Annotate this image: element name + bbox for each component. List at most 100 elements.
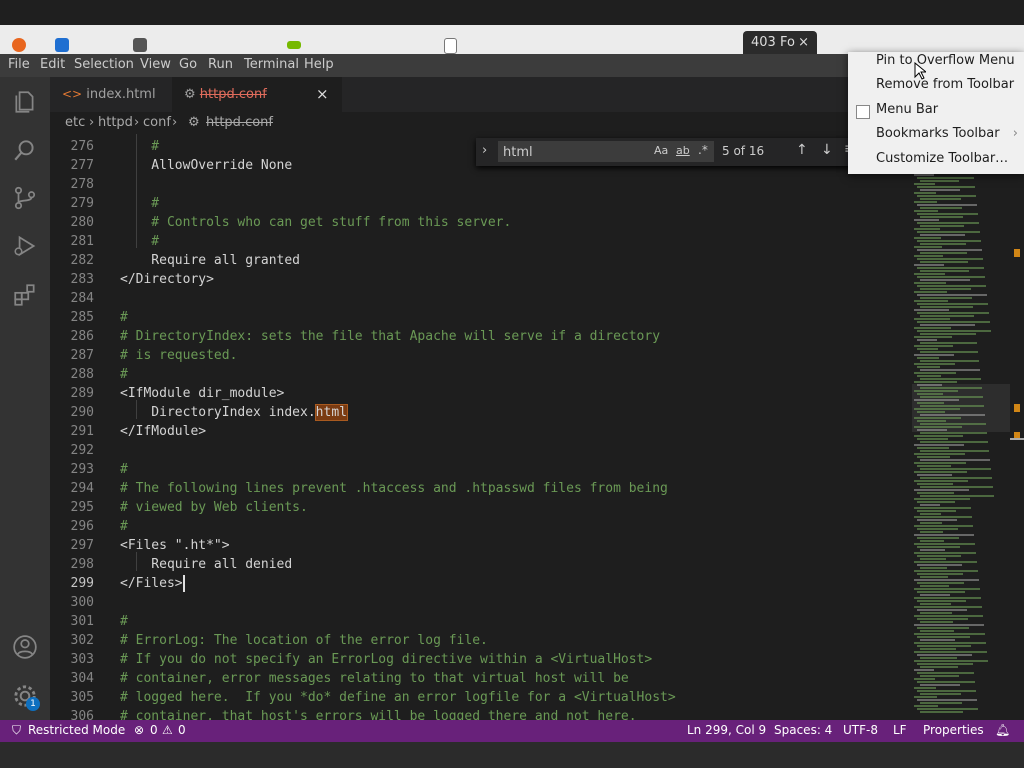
arrow-up-icon[interactable]: ↑ <box>796 142 808 158</box>
code-line[interactable]: 281 # <box>50 232 910 251</box>
restricted-mode[interactable]: Restricted Mode <box>28 723 125 737</box>
html-file-icon: <> <box>62 87 83 101</box>
code-line[interactable]: 296 # <box>50 517 910 536</box>
code-line[interactable]: 303 # If you do not specify an ErrorLog d… <box>50 650 910 669</box>
menu-terminal[interactable]: Terminal <box>244 57 299 72</box>
code-line[interactable]: 278 <box>50 175 910 194</box>
code-line[interactable]: 287 # is requested. <box>50 346 910 365</box>
explorer-icon[interactable] <box>12 89 38 115</box>
minimap-line <box>917 591 965 593</box>
arrow-down-icon[interactable]: ↓ <box>821 142 833 158</box>
menu-item-customize-toolbar[interactable]: Customize Toolbar… <box>876 148 1008 170</box>
tab-index-html[interactable]: <> index.html <box>50 77 172 112</box>
code-line[interactable]: 298 Require all denied <box>50 555 910 574</box>
code-line[interactable]: 292 <box>50 441 910 460</box>
extensions-icon[interactable] <box>12 282 38 308</box>
run-debug-icon[interactable] <box>12 233 38 259</box>
minimap-line <box>914 264 944 266</box>
code-line[interactable]: 305 # logged here. If you *do* define an … <box>50 688 910 707</box>
match-case-icon[interactable]: Aa <box>654 144 668 157</box>
code-line[interactable]: 288 # <box>50 365 910 384</box>
breadcrumb-etc[interactable]: etc <box>65 115 85 130</box>
code-line[interactable]: 295 # viewed by Web clients. <box>50 498 910 517</box>
warning-count[interactable]: 0 <box>178 723 186 737</box>
regex-icon[interactable]: .* <box>698 143 708 157</box>
code-line[interactable]: 293 # <box>50 460 910 479</box>
minimap-line <box>917 186 975 188</box>
cursor-position[interactable]: Ln 299, Col 9 <box>687 723 766 737</box>
minimap-line <box>917 195 976 197</box>
whole-word-icon[interactable]: ab <box>676 144 690 157</box>
bookmark-document-icon[interactable] <box>444 38 457 54</box>
close-icon[interactable]: × <box>316 77 329 112</box>
source-control-icon[interactable] <box>12 185 38 211</box>
minimap-line <box>917 231 980 233</box>
browser-tab[interactable]: 403 Fo × <box>743 31 817 54</box>
bookmark-printer-icon[interactable] <box>133 38 147 52</box>
code-line[interactable]: 299 </Files> <box>50 574 910 593</box>
breadcrumb-conf[interactable]: conf <box>143 115 171 130</box>
end-of-line[interactable]: LF <box>893 723 907 737</box>
minimap-line <box>917 222 979 224</box>
code-line[interactable]: 289 <IfModule dir_module> <box>50 384 910 403</box>
menu-item-bookmarks-toolbar[interactable]: Bookmarks Toolbar <box>876 123 1016 145</box>
code-line[interactable]: 300 <box>50 593 910 612</box>
code-line[interactable]: 284 <box>50 289 910 308</box>
code-line[interactable]: 283 </Directory> <box>50 270 910 289</box>
line-text: # is requested. <box>120 348 238 363</box>
code-line[interactable]: 294 # The following lines prevent .htacce… <box>50 479 910 498</box>
menu-item-pin-overflow[interactable]: Pin to Overflow Menu <box>876 50 1015 72</box>
breadcrumb-httpd[interactable]: httpd <box>98 115 133 130</box>
error-count[interactable]: 0 <box>150 723 158 737</box>
minimap-line <box>914 498 970 500</box>
code-line[interactable]: 285 # <box>50 308 910 327</box>
code-line[interactable]: 282 Require all granted <box>50 251 910 270</box>
minimap-line <box>920 405 984 407</box>
close-icon[interactable]: × <box>798 31 809 54</box>
search-icon[interactable] <box>12 137 38 163</box>
menu-help[interactable]: Help <box>304 57 334 72</box>
menu-item-menu-bar[interactable]: Menu Bar <box>876 99 938 121</box>
code-line[interactable]: 291 </IfModule> <box>50 422 910 441</box>
code-line[interactable]: 297 <Files ".ht*"> <box>50 536 910 555</box>
code-line[interactable]: 302 # ErrorLog: The location of the error… <box>50 631 910 650</box>
firefox-icon[interactable] <box>12 38 26 52</box>
code-line[interactable]: 279 # <box>50 194 910 213</box>
code-line[interactable]: 301 # <box>50 612 910 631</box>
minimap-line <box>917 609 967 611</box>
code-line[interactable]: 280 # Controls who can get stuff from th… <box>50 213 910 232</box>
menu-edit[interactable]: Edit <box>40 57 65 72</box>
minimap-line <box>917 204 977 206</box>
minimap-line <box>917 393 943 395</box>
menu-file[interactable]: File <box>8 57 30 72</box>
code-line[interactable]: 306 # container, that host's errors will … <box>50 707 910 720</box>
minimap-line <box>920 342 977 344</box>
code-line[interactable]: 304 # container, error messages relating … <box>50 669 910 688</box>
breadcrumb-file[interactable]: httpd.conf <box>206 115 273 130</box>
accounts-icon[interactable] <box>12 634 38 660</box>
minimap-line <box>920 531 943 533</box>
encoding[interactable]: UTF-8 <box>843 723 878 737</box>
menu-run[interactable]: Run <box>208 57 233 72</box>
menu-selection[interactable]: Selection <box>74 57 134 72</box>
menu-go[interactable]: Go <box>179 57 197 72</box>
menu-view[interactable]: View <box>140 57 171 72</box>
bookmark-app-icon[interactable] <box>55 38 69 52</box>
tab-httpd-conf[interactable]: ⚙ httpd.conf × <box>172 77 342 112</box>
code-editor[interactable]: 276 #277 AllowOverride None 278 279 #280 #… <box>50 134 910 720</box>
language-mode[interactable]: Properties <box>923 723 984 737</box>
minimap-line <box>914 615 983 617</box>
indentation[interactable]: Spaces: 4 <box>774 723 832 737</box>
vertical-scrollbar[interactable] <box>1010 134 1024 720</box>
code-line[interactable]: 286 # DirectoryIndex: sets the file that … <box>50 327 910 346</box>
bookmark-nvidia-icon[interactable] <box>287 41 301 49</box>
menu-bar-checkbox[interactable] <box>856 105 870 119</box>
chevron-right-icon[interactable]: › <box>482 143 487 158</box>
line-text: # <box>120 310 128 325</box>
system-top-bar <box>0 0 1024 25</box>
menu-item-remove-toolbar[interactable]: Remove from Toolbar <box>876 74 1014 96</box>
minimap[interactable] <box>910 134 1010 720</box>
find-query: html <box>503 145 533 160</box>
code-line[interactable]: 290 DirectoryIndex index.html <box>50 403 910 422</box>
bell-icon[interactable]: 🔔︎ <box>995 723 1010 737</box>
